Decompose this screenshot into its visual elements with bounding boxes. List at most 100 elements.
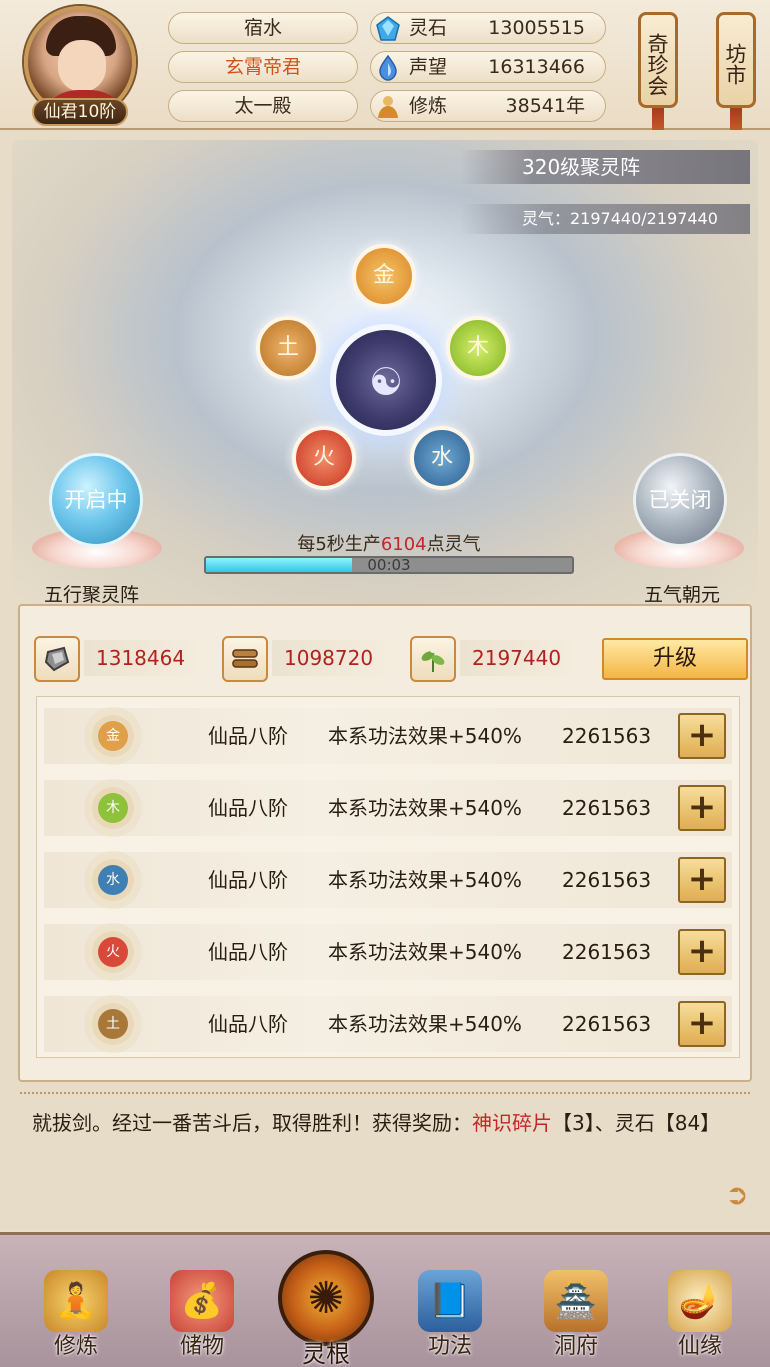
player-title: 玄霄帝君 — [168, 51, 358, 83]
element-orb-water[interactable]: 水 — [410, 426, 474, 490]
wood-logs-icon — [222, 636, 268, 682]
material-value: 2197440 — [460, 640, 580, 676]
earth-element-icon: 土 — [98, 1009, 128, 1039]
fire-element-icon: 火 — [98, 937, 128, 967]
element-grade: 仙品八阶 — [208, 1012, 288, 1036]
array-level: 320级聚灵阵 — [460, 150, 750, 184]
resource-spirit-stone: 灵石 13005515 — [370, 12, 606, 44]
nav-label: 功法 — [427, 1334, 472, 1359]
array-toggle-on[interactable]: 开启中 — [52, 456, 140, 544]
taiji-core[interactable]: ☯ — [336, 330, 436, 430]
resource-value: 16313466 — [488, 56, 585, 78]
cultivation-icon — [378, 96, 398, 118]
market-sign[interactable]: 坊市 — [716, 12, 756, 108]
add-fire-button[interactable]: + — [678, 929, 726, 975]
element-orb-wood[interactable]: 木 — [446, 316, 510, 380]
element-grade: 仙品八阶 — [208, 940, 288, 964]
element-effect: 本系功法效果+540% — [328, 1012, 522, 1036]
meditating-monk-icon: 🧘 — [44, 1270, 108, 1332]
production-rate: 每5秒生产6104点灵气 — [204, 530, 574, 556]
element-cost: 2261563 — [562, 724, 652, 748]
element-row-wood: 木 仙品八阶 本系功法效果+540% 2261563 + — [44, 780, 732, 836]
nav-label: 储物 — [179, 1334, 224, 1359]
element-cost: 2261563 — [562, 1012, 652, 1036]
timer-label: 00:03 — [367, 556, 411, 574]
treasure-bag-icon: 💰 — [170, 1270, 234, 1332]
element-row-earth: 土 仙品八阶 本系功法效果+540% 2261563 + — [44, 996, 732, 1052]
nav-label: 灵根 — [302, 1340, 350, 1367]
scripture-book-icon: 📘 — [418, 1270, 482, 1332]
resource-list: 灵石 13005515 声望 16313466 修炼 38541年 — [370, 12, 606, 129]
nav-cultivate[interactable]: 🧘 修炼 — [30, 1266, 122, 1362]
production-suffix: 点灵气 — [426, 534, 481, 555]
nav-cave-dwelling[interactable]: 🏯 洞府 — [530, 1266, 622, 1362]
resource-label: 修炼 — [409, 95, 448, 117]
element-orb-earth[interactable]: 土 — [256, 316, 320, 380]
resource-label: 声望 — [409, 56, 448, 78]
spirit-stone-icon — [376, 16, 400, 41]
element-orb-fire[interactable]: 火 — [292, 426, 356, 490]
add-water-button[interactable]: + — [678, 857, 726, 903]
player-info: 宿水 玄霄帝君 太一殿 — [168, 12, 358, 129]
rare-market-sign[interactable]: 奇珍会 — [638, 12, 678, 108]
nav-fate[interactable]: 🪔 仙缘 — [654, 1266, 746, 1362]
element-grade: 仙品八阶 — [208, 724, 288, 748]
player-sect: 太一殿 — [168, 90, 358, 122]
triskelion-icon: ✺ — [278, 1250, 374, 1346]
ore-icon — [34, 636, 80, 682]
production-prefix: 每5秒生产 — [297, 534, 381, 555]
element-orb-metal[interactable]: 金 — [352, 244, 416, 308]
prestige-icon — [379, 55, 397, 81]
metal-element-icon: 金 — [98, 721, 128, 751]
herb-icon — [410, 636, 456, 682]
production-value: 6104 — [380, 534, 427, 555]
resource-value: 38541年 — [505, 95, 585, 117]
qi-capacity: 灵气：2197440/2197440 — [460, 204, 750, 234]
element-row-metal: 金 仙品八阶 本系功法效果+540% 2261563 + — [44, 708, 732, 764]
element-effect: 本系功法效果+540% — [328, 724, 522, 748]
nav-label: 仙缘 — [677, 1334, 722, 1359]
nav-techniques[interactable]: 📘 功法 — [404, 1266, 496, 1362]
add-earth-button[interactable]: + — [678, 1001, 726, 1047]
material-value: 1318464 — [84, 640, 204, 676]
resource-cultivation: 修炼 38541年 — [370, 90, 606, 122]
wood-element-icon: 木 — [98, 793, 128, 823]
element-cost: 2261563 — [562, 940, 652, 964]
battle-log: 就拔剑。经过一番苦斗后，取得胜利！获得奖励：神识碎片【3】、灵石【84】 — [32, 1106, 742, 1140]
gourd-icon: 🪔 — [668, 1270, 732, 1332]
nav-storage[interactable]: 💰 储物 — [156, 1266, 248, 1362]
nav-label: 修炼 — [53, 1334, 98, 1359]
element-cost: 2261563 — [562, 796, 652, 820]
production-timer-bar: 00:03 — [204, 556, 574, 574]
pavilion-icon: 🏯 — [544, 1270, 608, 1332]
expand-log-arrow-icon[interactable]: ➲ — [722, 1180, 752, 1210]
ornamental-divider — [20, 1092, 750, 1098]
array-name-label: 五气朝元 — [644, 584, 721, 606]
water-element-icon: 水 — [98, 865, 128, 895]
element-row-water: 水 仙品八阶 本系功法效果+540% 2261563 + — [44, 852, 732, 908]
taiji-icon: ☯ — [368, 360, 404, 404]
avatar-face — [58, 40, 106, 92]
upgrade-button[interactable]: 升级 — [602, 638, 748, 680]
player-name: 宿水 — [168, 12, 358, 44]
reward-qty: 【84】 — [654, 1111, 721, 1135]
element-grade: 仙品八阶 — [208, 796, 288, 820]
element-cost: 2261563 — [562, 868, 652, 892]
nav-label: 洞府 — [553, 1334, 598, 1359]
array-toggle-off[interactable]: 已关闭 — [636, 456, 724, 544]
rank-badge: 仙君10阶 — [32, 98, 128, 126]
resource-value: 13005515 — [488, 17, 585, 39]
material-value: 1098720 — [272, 640, 392, 676]
element-grade: 仙品八阶 — [208, 868, 288, 892]
reward-qty: 【3】 — [552, 1111, 595, 1135]
element-effect: 本系功法效果+540% — [328, 796, 522, 820]
add-metal-button[interactable]: + — [678, 713, 726, 759]
resource-label: 灵石 — [409, 17, 448, 39]
element-effect: 本系功法效果+540% — [328, 868, 522, 892]
log-prefix: 就拔剑。经过一番苦斗后，取得胜利！获得奖励： — [32, 1111, 472, 1135]
log-separator: 、灵石 — [594, 1111, 655, 1135]
add-wood-button[interactable]: + — [678, 785, 726, 831]
player-avatar[interactable]: 仙君10阶 — [22, 6, 140, 126]
nav-spirit-root[interactable]: ✺ 灵根 — [278, 1250, 374, 1367]
resource-prestige: 声望 16313466 — [370, 51, 606, 83]
